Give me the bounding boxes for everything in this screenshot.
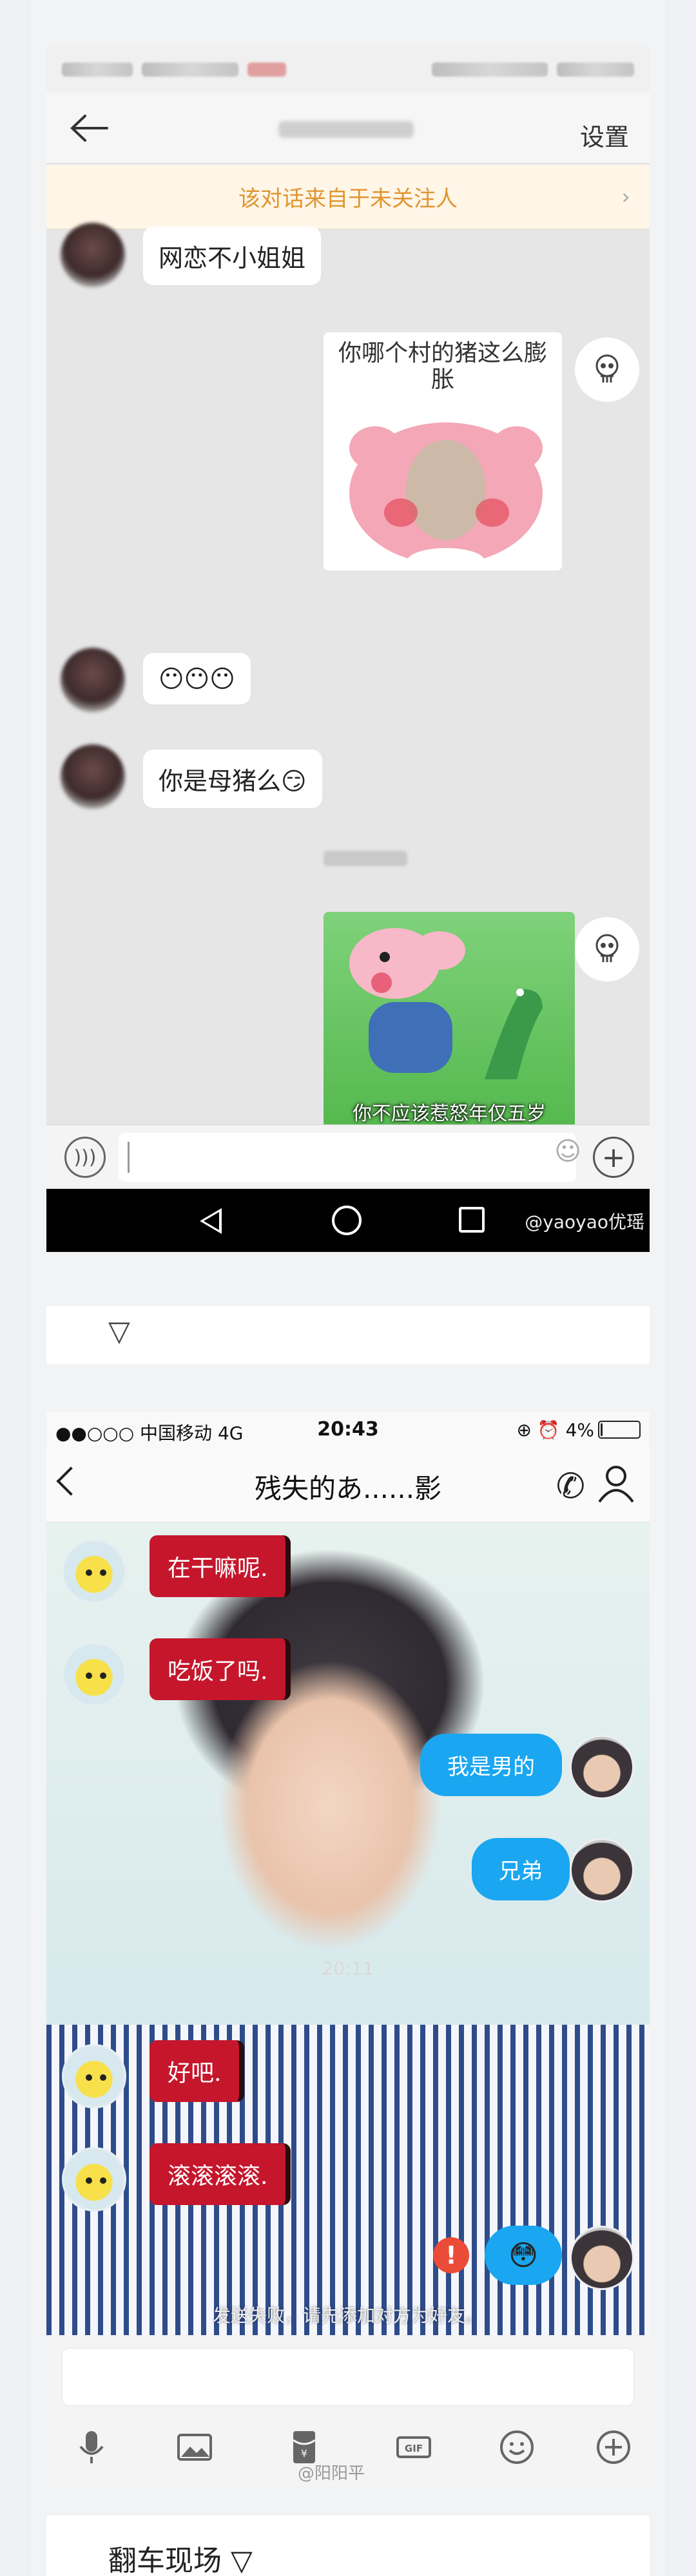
message-bubble: 滚滚滚滚. [150, 2143, 291, 2205]
image-icon[interactable] [175, 2428, 214, 2467]
my-avatar[interactable] [570, 2226, 634, 2290]
chat-screenshot-2: ●●○○○ 中国移动 4G 20:43 ⊕ ⏰ 4% 残失的あ......影 ✆… [46, 1412, 650, 2409]
status-icons: ⊕ ⏰ 4% [516, 1419, 594, 1441]
settings-button[interactable]: 设置 [580, 117, 629, 153]
svg-text:GIF: GIF [405, 2443, 423, 2454]
avatar[interactable] [61, 744, 125, 809]
ios-status-bar: ●●○○○ 中国移动 4G 20:43 ⊕ ⏰ 4% [46, 1412, 650, 1448]
status-bar-blurred [46, 46, 650, 93]
plus-icon[interactable]: + [593, 1137, 634, 1178]
person-icon[interactable] [597, 1463, 635, 1504]
emoji-icon[interactable] [498, 2428, 536, 2467]
timestamp-blurred [324, 851, 407, 866]
chat-toolbar: ¥ GIF @阳阳平 [46, 2409, 650, 2486]
caption-text: 翻车现场 ▽ [108, 2544, 253, 2576]
plus-icon[interactable] [594, 2428, 633, 2467]
peppa-meme-sticker[interactable]: 你不应该惹怒年仅五岁 且手持大型生化武器的我 [324, 912, 575, 1157]
gif-icon[interactable]: GIF [394, 2428, 433, 2467]
message-bubble: 😳 [485, 2226, 562, 2285]
chat-header: 设置 [46, 93, 650, 164]
message-bubble: 我是男的 [420, 1734, 562, 1796]
chat-screenshot-1: 设置 该对话来自于未关注人 › 网恋不小姐姐 你哪个村的猪这么膨胀 😶😶😶 你是… [46, 46, 650, 1252]
send-failed-notice: 发送失败，请先添加对方为好友。 [212, 2305, 483, 2326]
message-list: 网恋不小姐姐 你哪个村的猪这么膨胀 😶😶😶 你是母猪么😏 你不应该惹怒年仅五岁 [46, 223, 650, 1157]
caption-card: ▽ [46, 1306, 650, 1364]
pikachu-avatar[interactable] [62, 2147, 126, 2211]
skull-icon [595, 354, 619, 383]
message-bubble: 在干嘛呢. [150, 1535, 291, 1597]
pig-face-icon [349, 422, 543, 571]
input-bar: ))) ☺ + [46, 1124, 650, 1189]
skull-icon [595, 934, 619, 962]
message-input[interactable] [119, 1133, 576, 1182]
message-bubble: 网恋不小姐姐 [143, 227, 322, 285]
message-bubble: 😶😶😶 [143, 653, 251, 705]
nav-recents-icon[interactable] [459, 1207, 485, 1233]
voice-icon[interactable]: ))) [64, 1137, 106, 1178]
avatar[interactable] [61, 223, 125, 287]
android-nav-bar: @yaoyao优瑶 [46, 1189, 650, 1252]
weibo-watermark: @yaoyao优瑶 [525, 1211, 644, 1233]
chat-header: 残失的あ......影 ✆ [46, 1448, 650, 1522]
back-arrow-icon[interactable] [70, 113, 108, 143]
nav-home-icon[interactable] [332, 1206, 362, 1235]
message-bubble: 兄弟 [472, 1838, 570, 1900]
input-bar [46, 2335, 650, 2409]
my-avatar[interactable] [575, 917, 639, 981]
mic-icon[interactable] [72, 2428, 111, 2467]
send-failed-icon[interactable]: ! [433, 2237, 469, 2273]
message-bubble: 吃饭了吗. [150, 1638, 291, 1700]
message-list: 在干嘛呢. 吃饭了吗. 我是男的 兄弟 20:11 好吧. 滚滚滚滚. ! 😳 … [46, 1522, 650, 2335]
down-triangle-icon: ▽ [108, 1315, 130, 1348]
phone-icon[interactable]: ✆ [556, 1466, 585, 1506]
notice-text: 该对话来自于未关注人 [238, 186, 458, 212]
message-bubble: 好吧. [150, 2040, 245, 2102]
message-bubble: 你是母猪么😏 [143, 750, 322, 808]
emoji-icon[interactable]: ☺ [554, 1137, 581, 1166]
message-input[interactable] [62, 2348, 634, 2406]
my-avatar[interactable] [570, 1838, 634, 1902]
chevron-right-icon: › [621, 184, 630, 210]
stranger-notice-banner[interactable]: 该对话来自于未关注人 › [46, 165, 650, 229]
my-avatar[interactable] [570, 1735, 634, 1799]
timestamp: 20:11 [322, 1958, 374, 1979]
battery-fill [601, 1423, 603, 1436]
svg-text:¥: ¥ [301, 2447, 307, 2459]
caption-card: 翻车现场 ▽ [46, 2515, 650, 2576]
pikachu-avatar[interactable] [62, 1539, 126, 1604]
contact-name-blurred [278, 121, 414, 138]
my-avatar[interactable] [575, 337, 639, 402]
pikachu-avatar[interactable] [62, 1642, 126, 1707]
pikachu-avatar[interactable] [62, 2044, 126, 2108]
battery-icon [598, 1421, 641, 1439]
avatar[interactable] [61, 648, 125, 712]
nav-back-icon[interactable] [200, 1208, 222, 1234]
text-cursor [128, 1142, 130, 1173]
weibo-watermark: @阳阳平 [298, 2464, 365, 2483]
pig-meme-sticker[interactable]: 你哪个村的猪这么膨胀 [324, 332, 562, 571]
